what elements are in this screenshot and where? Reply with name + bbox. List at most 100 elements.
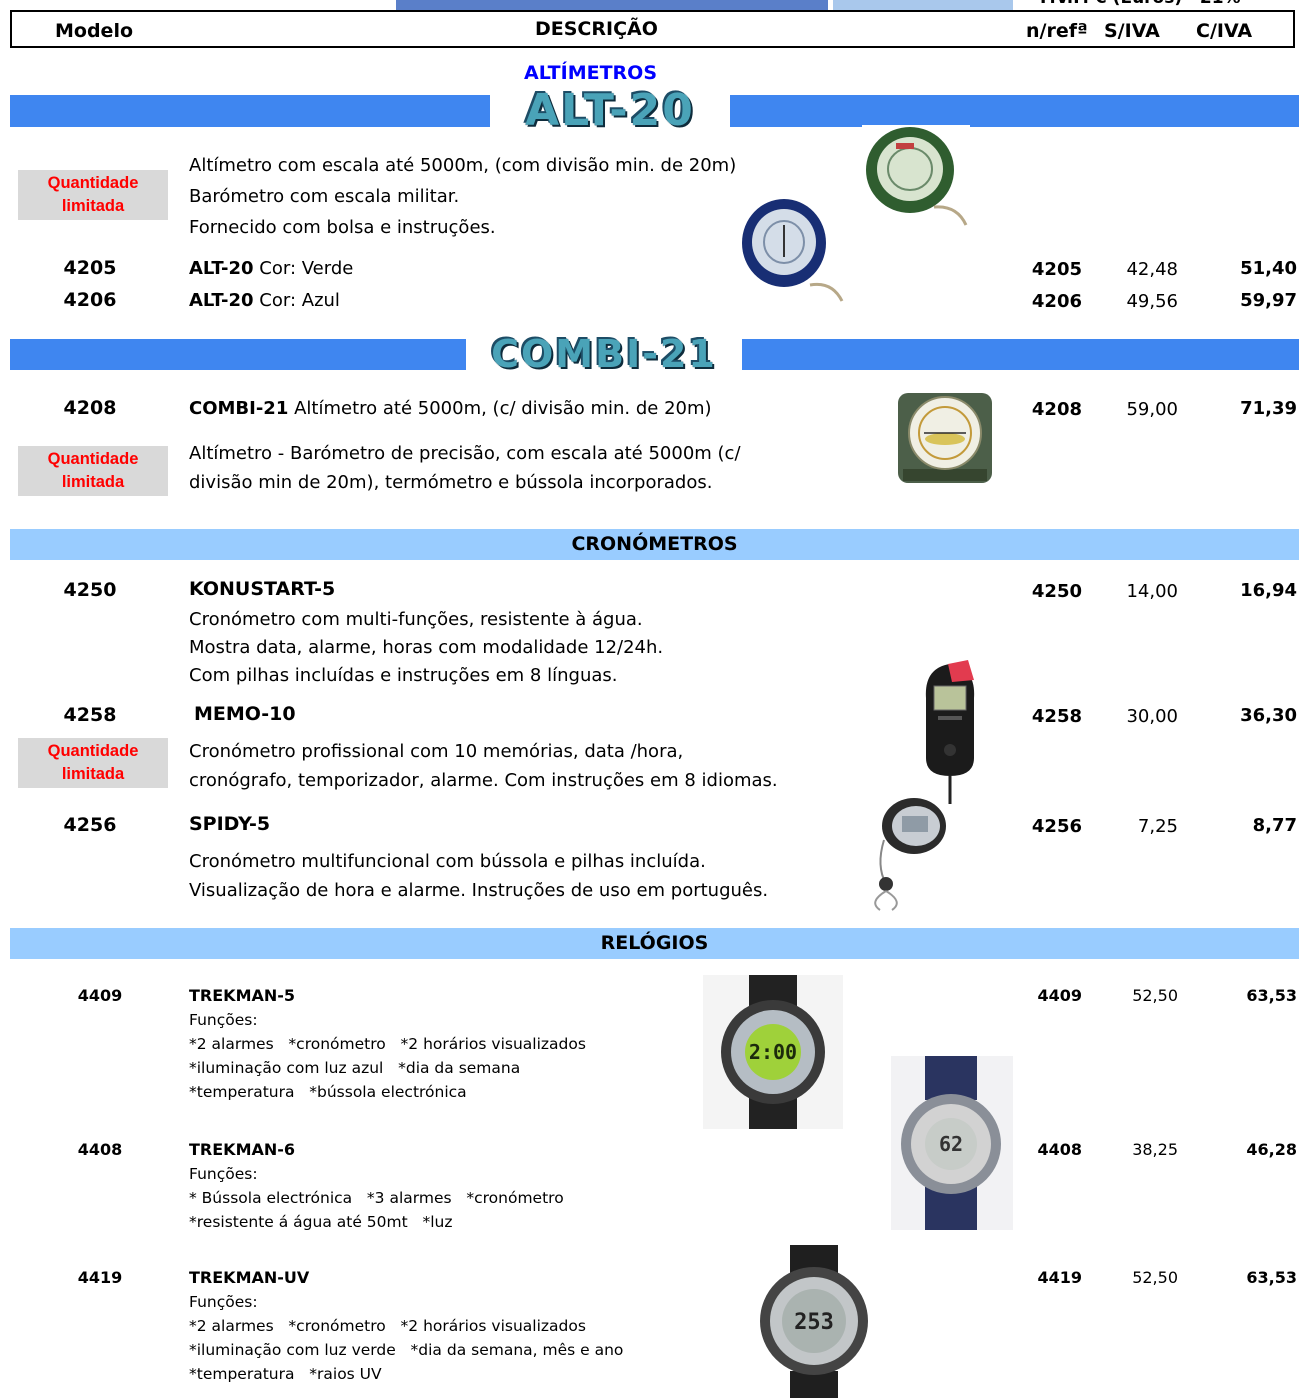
feature-line: * Bússola electrónica *3 alarmes *cronóm…: [189, 1189, 564, 1207]
desc-line: cronógrafo, temporizador, alarme. Com in…: [189, 770, 778, 791]
badge-line2: limitada: [61, 765, 125, 783]
feature-line: Funções:: [189, 1011, 258, 1029]
product-name: SPIDY-5: [189, 813, 271, 835]
combi21-altimeter-image: [898, 393, 992, 483]
header-siva: S/IVA: [1104, 20, 1160, 42]
price-without-vat: 49,56: [1126, 291, 1178, 312]
product-detail: Altímetro até 5000m, (c/ divisão min. de…: [288, 398, 712, 419]
badge-line1: Quantidade: [47, 742, 139, 760]
alt20-green-altimeter-image: [862, 125, 970, 226]
product-name-line: ALT-20 Cor: Verde: [189, 254, 353, 283]
section-band-relogios: RELÓGIOS: [10, 928, 1299, 959]
konustart-description: Cronómetro com multi-funções, resistente…: [189, 606, 663, 690]
alt20-description: Altímetro com escala até 5000m, (com div…: [189, 151, 736, 242]
price-without-vat: 59,00: [1126, 399, 1178, 420]
price-with-vat: 71,39: [1240, 398, 1297, 419]
alt20-blue-altimeter-image: [740, 197, 844, 303]
product-name: TREKMAN-5: [189, 986, 296, 1005]
product-name-line: COMBI-21 Altímetro até 5000m, (c/ divisã…: [189, 394, 712, 423]
memo10-description: Cronómetro profissional com 10 memórias,…: [189, 737, 778, 795]
feature-line: Funções:: [189, 1293, 258, 1311]
price-with-vat: 59,97: [1240, 290, 1297, 311]
trekmanuv-features: Funções: *2 alarmes *cronómetro *2 horár…: [189, 1290, 623, 1386]
product-name: TREKMAN-UV: [189, 1268, 310, 1287]
feature-line: *2 alarmes *cronómetro *2 horários visua…: [189, 1035, 586, 1053]
badge-line1: Quantidade: [47, 450, 139, 468]
desc-line: Cronómetro com multi-funções, resistente…: [189, 609, 643, 630]
desc-line: Visualização de hora e alarme. Instruçõe…: [189, 880, 769, 901]
header-model: Modelo: [55, 20, 134, 42]
trekman5-display: 2:00: [749, 1040, 797, 1064]
desc-line: Com pilhas incluídas e instruções em 8 l…: [189, 665, 618, 686]
memo10-stopwatch-image: [925, 660, 975, 804]
alt20-logo: ALT-20: [490, 88, 730, 134]
price-without-vat: 38,25: [1132, 1140, 1178, 1159]
combi21-description: Altímetro - Barómetro de precisão, com e…: [189, 439, 741, 497]
feature-line: Funções:: [189, 1165, 258, 1183]
price-without-vat: 42,48: [1126, 259, 1178, 280]
combi21-desc-line: Altímetro - Barómetro de precisão, com e…: [189, 443, 741, 464]
ref-number: 4258: [1031, 706, 1082, 727]
price-with-vat: 63,53: [1246, 1268, 1297, 1287]
model-number: 4205: [63, 257, 117, 279]
top-banner-strip-2: [833, 0, 1013, 10]
ref-number: 4409: [1037, 986, 1082, 1005]
badge-line2: limitada: [61, 197, 125, 215]
combi21-logo: COMBI-21: [466, 334, 742, 375]
ref-number: 4206: [1031, 291, 1082, 312]
model-number: 4408: [77, 1140, 123, 1159]
product-name: KONUSTART-5: [189, 578, 336, 600]
product-detail: Cor: Verde: [253, 258, 354, 279]
model-number: 4419: [77, 1268, 123, 1287]
ref-number: 4208: [1031, 399, 1082, 420]
price-without-vat: 52,50: [1132, 986, 1178, 1005]
model-number: 4208: [63, 397, 117, 419]
price-with-vat: 36,30: [1240, 705, 1297, 726]
limited-quantity-badge: Quantidade limitada: [18, 738, 168, 788]
price-with-vat: 8,77: [1252, 815, 1297, 836]
product-name-line: ALT-20 Cor: Azul: [189, 286, 340, 315]
top-banner-strip: [396, 0, 828, 10]
trekman6-features: Funções: * Bússola electrónica *3 alarme…: [189, 1162, 564, 1234]
ref-number: 4256: [1031, 816, 1082, 837]
feature-line: *temperatura *bússola electrónica: [189, 1083, 467, 1101]
price-without-vat: 52,50: [1132, 1268, 1178, 1287]
model-number: 4250: [63, 579, 117, 601]
spidy5-description: Cronómetro multifuncional com bússola e …: [189, 847, 768, 905]
trekman6-watch-image: 62: [891, 1056, 1013, 1230]
badge-line2: limitada: [61, 473, 125, 491]
desc-line: Cronómetro multifuncional com bússola e …: [189, 851, 706, 872]
desc-line: Mostra data, alarme, horas com modalidad…: [189, 637, 664, 658]
price-without-vat: 7,25: [1137, 816, 1178, 837]
trekman5-features: Funções: *2 alarmes *cronómetro *2 horár…: [189, 1008, 586, 1104]
model-number: 4206: [63, 289, 117, 311]
desc-line: Cronómetro profissional com 10 memórias,…: [189, 741, 684, 762]
price-with-vat: 51,40: [1240, 258, 1297, 279]
limited-quantity-badge: Quantidade limitada: [18, 170, 168, 220]
product-name: TREKMAN-6: [189, 1140, 296, 1159]
alt20-desc-line: Barómetro com escala militar.: [189, 186, 460, 207]
ref-number: 4205: [1031, 259, 1082, 280]
model-number: 4256: [63, 814, 117, 836]
price-with-vat: 16,94: [1240, 580, 1297, 601]
pvp-label: P.V.P. € (Euros) 21%: [1040, 0, 1241, 8]
feature-line: *iluminação com luz verde *dia da semana…: [189, 1341, 624, 1359]
header-ref: n/refª: [1026, 20, 1088, 42]
trekman6-display: 62: [939, 1132, 963, 1156]
product-name: ALT-20: [189, 258, 254, 279]
price-without-vat: 14,00: [1126, 581, 1178, 602]
price-with-vat: 63,53: [1246, 986, 1297, 1005]
trekmanuv-watch-image: 253: [750, 1245, 878, 1398]
product-name: ALT-20: [189, 290, 254, 311]
alt20-desc-line: Altímetro com escala até 5000m, (com div…: [189, 155, 737, 176]
feature-line: *temperatura *raios UV: [189, 1365, 382, 1383]
model-number: 4409: [77, 986, 123, 1005]
trekmanuv-display: 253: [794, 1310, 834, 1335]
badge-line1: Quantidade: [47, 174, 139, 192]
limited-quantity-badge: Quantidade limitada: [18, 446, 168, 496]
combi21-desc-line: divisão min de 20m), termómetro e bússol…: [189, 472, 713, 493]
product-detail: Cor: Azul: [253, 290, 340, 311]
spidy5-stopwatch-image: [858, 796, 948, 911]
feature-line: *resistente á água até 50mt *luz: [189, 1213, 453, 1231]
product-name: MEMO-10: [194, 703, 296, 725]
